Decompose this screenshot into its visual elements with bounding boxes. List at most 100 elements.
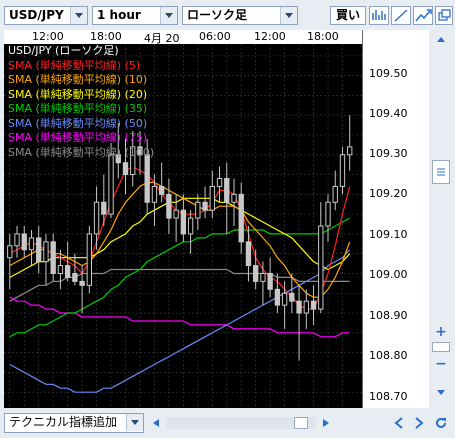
candle — [339, 154, 346, 187]
time-axis: 12:00 18:00 4月 20 06:00 12:00 18:00 — [4, 30, 362, 45]
timeframe-label: 1 hour — [97, 8, 141, 22]
price-tick: 109.10 — [369, 228, 408, 241]
draw-line-icon[interactable] — [391, 6, 411, 25]
chart-area[interactable]: 12:00 18:00 4月 20 06:00 12:00 18:00 USD/… — [4, 30, 429, 408]
candle — [28, 237, 35, 251]
candle — [224, 178, 230, 203]
candle — [101, 201, 107, 215]
horizontal-scroll-thumb[interactable] — [294, 417, 308, 429]
candle — [325, 201, 331, 227]
candle — [36, 237, 42, 263]
refresh-icon[interactable] — [433, 415, 449, 431]
symbol-label: USD/JPY — [9, 8, 64, 22]
bar-chart-icon[interactable] — [369, 6, 389, 25]
candle — [108, 154, 114, 215]
chevron-down-icon — [280, 7, 297, 24]
candle — [245, 241, 252, 267]
legend-item: SMA (単純移動平均線) (10) — [8, 73, 148, 86]
chevron-right-icon[interactable] — [412, 415, 426, 431]
candle — [209, 185, 215, 211]
legend-item: SMA (単純移動平均線) (35) — [8, 102, 148, 115]
legend-item: SMA (単純移動平均線) (75) — [8, 131, 148, 144]
candle — [151, 185, 158, 203]
zoom-slider[interactable] — [432, 342, 450, 352]
time-tick: 06:00 — [199, 30, 231, 43]
legend: USD/JPY (ローソク足) SMA (単純移動平均線) (5) SMA (単純… — [8, 44, 154, 160]
zoom-out-button[interactable]: − — [432, 356, 450, 372]
chevron-down-icon — [70, 7, 87, 24]
scroll-thumb[interactable] — [432, 160, 450, 184]
time-tick: 18:00 — [90, 30, 122, 43]
candle — [238, 193, 244, 243]
legend-item: SMA (単純移動平均線) (5) — [8, 58, 141, 72]
legend-item: SMA (単純移動平均線) (50) — [8, 116, 148, 130]
price-tick: 109.00 — [369, 268, 408, 281]
candle — [195, 201, 201, 219]
price-tick: 109.40 — [369, 107, 408, 120]
candle — [122, 162, 129, 176]
candle — [318, 225, 324, 310]
price-tick: 108.90 — [369, 309, 408, 322]
candle — [303, 300, 309, 314]
price-tick: 109.50 — [369, 67, 408, 80]
chart-type-label: ローソク足 — [187, 8, 248, 22]
candle — [144, 154, 150, 203]
scroll-up-icon[interactable] — [432, 32, 450, 46]
candle — [310, 300, 317, 310]
candle — [281, 292, 288, 306]
horizontal-scroll-track[interactable] — [166, 417, 316, 429]
timeframe-dropdown[interactable]: 1 hour — [92, 6, 178, 25]
chevron-left-icon[interactable] — [392, 415, 406, 431]
indicator-chart-icon[interactable] — [413, 6, 433, 25]
candle — [86, 233, 93, 286]
candle — [72, 272, 78, 282]
bottom-bar: テクニカル指標追加 — [0, 410, 455, 438]
time-tick: 12:00 — [254, 30, 286, 43]
time-tick: 12:00 — [32, 30, 64, 43]
scroll-left-icon[interactable] — [150, 417, 162, 429]
candle — [289, 292, 295, 302]
candle — [187, 217, 194, 235]
buy-button[interactable]: 買い — [330, 6, 366, 25]
candle — [216, 178, 223, 187]
price-axis: 109.50 109.40 109.30 109.20 109.10 109.0… — [362, 30, 429, 408]
price-tick: 109.30 — [369, 147, 408, 160]
add-indicator-label: テクニカル指標追加 — [9, 415, 118, 429]
candle — [93, 201, 100, 235]
zoom-in-button[interactable]: + — [432, 324, 450, 340]
candle — [57, 265, 64, 274]
candle — [332, 185, 338, 203]
candle — [43, 241, 49, 263]
chevron-down-icon — [126, 414, 143, 431]
candle — [267, 272, 273, 290]
candle — [14, 233, 20, 247]
candle — [21, 233, 27, 251]
scroll-right-icon[interactable] — [320, 417, 332, 429]
time-tick: 18:00 — [307, 30, 339, 43]
price-tick: 109.20 — [369, 187, 408, 200]
chart-type-dropdown[interactable]: ローソク足 — [182, 6, 298, 25]
candle — [274, 288, 281, 306]
candle — [296, 300, 302, 314]
candle — [7, 245, 13, 259]
legend-item: SMA (単純移動平均線) (20) — [8, 87, 148, 101]
price-tick: 108.80 — [369, 349, 408, 362]
candle — [253, 265, 259, 282]
candle — [50, 241, 56, 274]
candle — [260, 272, 266, 282]
candle — [231, 193, 237, 203]
price-tick: 108.70 — [369, 390, 408, 403]
symbol-dropdown[interactable]: USD/JPY — [4, 6, 88, 25]
vertical-scrollbar[interactable]: + − — [430, 30, 452, 408]
candle — [202, 201, 208, 211]
legend-item: SMA (単純移動平均線) (100) — [8, 145, 155, 159]
candle — [180, 209, 187, 235]
scroll-down-icon[interactable] — [432, 386, 450, 400]
toolbar: USD/JPY 1 hour ローソク足 買い — [0, 0, 455, 30]
add-indicator-dropdown[interactable]: テクニカル指標追加 — [4, 413, 144, 433]
candle — [64, 265, 71, 278]
legend-title: USD/JPY (ローソク足) — [8, 44, 119, 57]
popout-window-icon[interactable] — [435, 6, 453, 25]
candle — [79, 280, 85, 286]
candle — [347, 146, 353, 156]
